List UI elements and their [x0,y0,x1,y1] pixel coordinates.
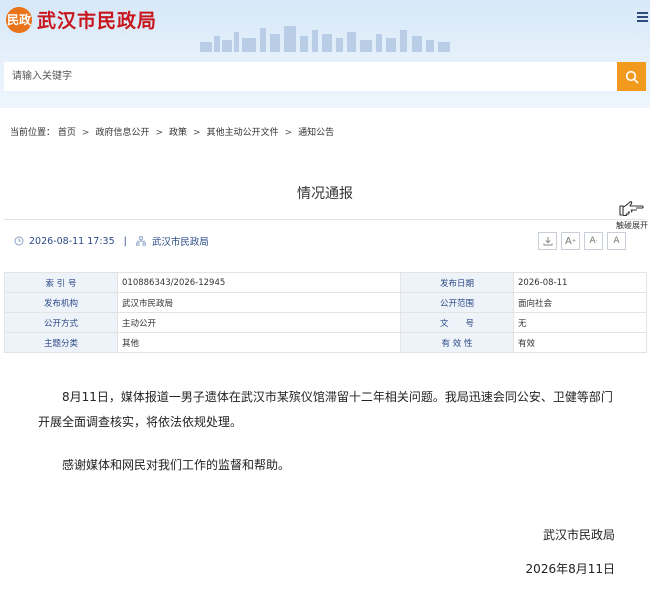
table-row: 发布机构 武汉市民政局 公开范围 面向社会 [4,292,647,313]
info-key: 有 效 性 [400,332,514,353]
info-key: 公开方式 [4,312,118,333]
breadcrumb: 当前位置： 首页 > 政府信息公开 > 政策 > 其他主动公开文件 > 通知公告 [10,128,335,138]
search-button[interactable] [617,62,646,91]
signature-org: 武汉市民政局 [542,528,615,542]
breadcrumb-notices[interactable]: 通知公告 [298,128,334,138]
hamburger-menu-icon[interactable] [637,12,648,24]
info-key: 公开范围 [400,292,514,313]
info-key: 发布日期 [400,272,514,293]
info-value: 无 [513,312,647,333]
info-value: 武汉市民政局 [117,292,401,313]
table-row: 主题分类 其他 有 效 性 有效 [4,332,647,353]
download-button[interactable] [538,232,557,250]
info-value: 面向社会 [513,292,647,313]
clock-icon [14,236,24,246]
meta-separator: | [123,235,127,247]
touch-expand-button[interactable]: 触碰展开 [612,200,650,231]
breadcrumb-gov-info[interactable]: 政府信息公开 [95,128,149,138]
search-icon [625,70,638,83]
site-logo[interactable]: 民政 武汉市民政局 [6,6,157,33]
body-paragraph: 感谢媒体和网民对我们工作的监督和帮助。 [62,458,291,472]
city-skyline-graphic [200,26,450,52]
body-paragraph: 8月11日，媒体报道一男子遗体在武汉市某殡仪馆滞留十二年相关问题。我局迅速会同公… [38,390,613,429]
table-row: 索 引 号 010886343/2026-12945 发布日期 2026-08-… [4,272,647,293]
info-value: 有效 [513,332,647,353]
breadcrumb-home[interactable]: 首页 [58,128,76,138]
font-size-small-button[interactable]: A [607,232,626,250]
divider [4,219,646,220]
font-size-large-button[interactable]: A + [561,232,580,250]
breadcrumb-other-files[interactable]: 其他主动公开文件 [207,128,279,138]
article-title: 情况通报 [297,186,353,202]
search-bar [4,62,646,91]
publish-datetime: 2026-08-11 17:35 [29,235,115,247]
font-size-medium-button[interactable]: A- [584,232,603,250]
site-logo-text: 武汉市民政局 [37,10,158,32]
info-value: 2026-08-11 [513,272,647,293]
info-key: 发布机构 [4,292,118,313]
info-key: 主题分类 [4,332,118,353]
download-icon [543,237,552,246]
organization-icon [135,236,146,246]
info-value: 主动公开 [117,312,401,333]
info-key: 文 号 [400,312,514,333]
touch-expand-label: 触碰展开 [616,221,648,230]
logo-emblem-icon: 民政 [6,6,32,33]
article-meta: 2026-08-11 17:35 | 武汉市民政局 [14,234,209,248]
info-value: 其他 [117,332,401,353]
info-key: 索 引 号 [4,272,118,293]
article-tools: A + A- A [538,232,626,250]
table-row: 公开方式 主动公开 文 号 无 [4,312,647,333]
search-input[interactable] [4,62,617,91]
document-info-table: 索 引 号 010886343/2026-12945 发布日期 2026-08-… [4,272,647,353]
site-header: 民政 武汉市民政局 [0,0,650,108]
pointing-hand-icon [619,201,644,217]
article-source: 武汉市民政局 [151,237,209,248]
info-value: 010886343/2026-12945 [117,272,401,293]
breadcrumb-label: 当前位置： [10,128,56,138]
breadcrumb-policy[interactable]: 政策 [169,128,187,138]
signature-date: 2026年8月11日 [525,562,615,576]
